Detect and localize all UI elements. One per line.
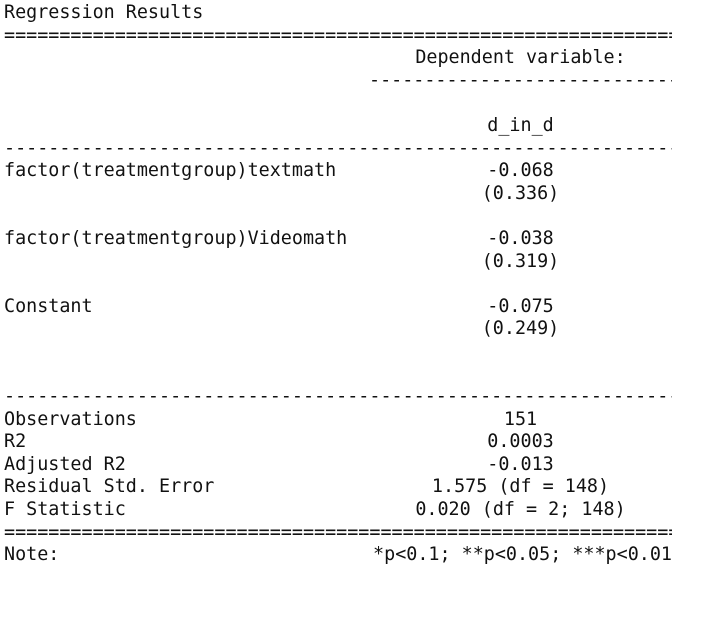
- significance-note: *p<0.1; **p<0.05; ***p<0.01: [373, 544, 672, 566]
- single-rule-line: ----------------------------------------…: [4, 138, 702, 161]
- stat-row: R2 0.0003: [4, 431, 702, 454]
- coefficient-se-row: (0.319): [4, 251, 702, 274]
- coefficient-name: factor(treatmentgroup)textmath: [4, 160, 337, 182]
- single-rule-line: ----------------------------------------…: [4, 386, 702, 409]
- coefficient-name: Constant: [4, 295, 93, 317]
- stat-name: F Statistic: [4, 499, 126, 521]
- double-rule: ========================================…: [4, 24, 672, 46]
- coefficient-estimate: -0.038: [487, 227, 554, 249]
- dependent-variable-name: d_in_d: [487, 114, 554, 136]
- stat-row: Observations 151: [4, 409, 702, 432]
- bottom-double-rule-line: ========================================…: [4, 522, 702, 545]
- dependent-variable-label: Dependent variable:: [415, 47, 626, 69]
- stat-value: -0.013: [487, 453, 554, 475]
- stat-value: 0.020 (df = 2; 148): [415, 499, 626, 521]
- sub-rule-line: --------------------------------: [4, 70, 702, 93]
- coefficient-row: factor(treatmentgroup)Videomath -0.038: [4, 228, 702, 251]
- sub-rule: --------------------------------: [369, 69, 672, 91]
- coefficient-standard-error: (0.319): [481, 250, 560, 272]
- coefficient-row: Constant -0.075: [4, 296, 702, 319]
- single-rule: ----------------------------------------…: [4, 386, 672, 408]
- table-title: Regression Results: [4, 2, 204, 23]
- coefficient-name: factor(treatmentgroup)Videomath: [4, 227, 348, 249]
- stat-value: 0.0003: [487, 431, 554, 453]
- stat-name: Observations: [4, 408, 137, 430]
- stat-value: 151: [503, 408, 538, 430]
- regression-table: Regression Results =====================…: [4, 2, 702, 567]
- note-label: Note:: [4, 544, 60, 566]
- stat-row: F Statistic 0.020 (df = 2; 148): [4, 499, 702, 522]
- stat-name: R2: [4, 431, 27, 453]
- stat-value: 1.575 (df = 148): [431, 476, 610, 498]
- coefficient-estimate: -0.068: [487, 160, 554, 182]
- coefficient-se-row: (0.336): [4, 183, 702, 206]
- coefficient-standard-error: (0.336): [481, 182, 560, 204]
- dependent-label-line: Dependent variable:: [4, 47, 702, 70]
- coefficient-standard-error: (0.249): [481, 318, 560, 340]
- stat-name: Residual Std. Error: [4, 476, 215, 498]
- double-rule: ========================================…: [4, 521, 672, 543]
- stat-row: Adjusted R2 -0.013: [4, 454, 702, 477]
- coefficient-row: factor(treatmentgroup)textmath -0.068: [4, 160, 702, 183]
- note-row: Note: *p<0.1; **p<0.05; ***p<0.01: [4, 544, 702, 567]
- coefficient-se-row: (0.249): [4, 318, 702, 341]
- single-rule: ----------------------------------------…: [4, 137, 672, 159]
- stat-name: Adjusted R2: [4, 453, 126, 475]
- dependent-name-line: d_in_d: [4, 115, 702, 138]
- title-line: Regression Results: [4, 2, 702, 25]
- top-double-rule-line: ========================================…: [4, 25, 702, 48]
- stat-row: Residual Std. Error 1.575 (df = 148): [4, 476, 702, 499]
- coefficient-estimate: -0.075: [487, 295, 554, 317]
